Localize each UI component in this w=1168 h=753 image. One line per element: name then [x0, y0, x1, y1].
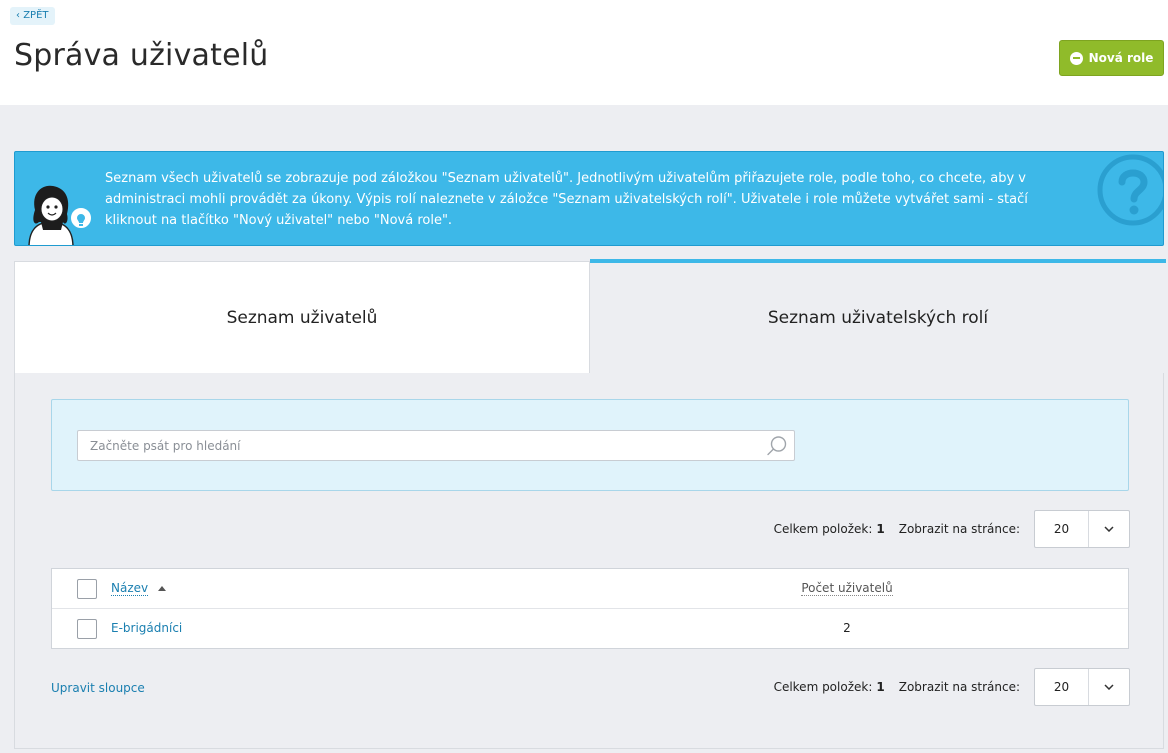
per-page-label: Zobrazit na stránce: — [898, 522, 1020, 536]
tab-users[interactable]: Seznam uživatelů — [14, 261, 590, 373]
per-page-value: 20 — [1035, 669, 1089, 705]
question-circle-icon — [1097, 154, 1163, 226]
chevron-down-icon — [1089, 669, 1129, 705]
tabs-panel: Seznam uživatelů Seznam uživatelských ro… — [14, 259, 1166, 749]
select-all-checkbox[interactable] — [77, 579, 97, 599]
back-label: ZPĚT — [23, 10, 49, 21]
search-panel — [51, 399, 1129, 491]
back-link[interactable]: ‹ ZPĚT — [10, 7, 55, 25]
tab-users-label: Seznam uživatelů — [226, 307, 378, 328]
search-input[interactable] — [78, 431, 794, 460]
per-page-value: 20 — [1035, 511, 1089, 547]
page-title: Správa uživatelů — [14, 38, 269, 73]
role-name-link[interactable]: E-brigádníci — [111, 621, 182, 635]
name-column-header[interactable]: Název — [111, 581, 166, 596]
tab-roles-label: Seznam uživatelských rolí — [767, 308, 989, 328]
chevron-down-icon — [1089, 511, 1129, 547]
new-role-button[interactable]: Nová role — [1059, 40, 1164, 76]
pager-top: Celkem položek: 1 Zobrazit na stránce: 2… — [725, 510, 1130, 548]
tab-roles[interactable]: Seznam uživatelských rolí — [590, 259, 1166, 373]
table-row[interactable]: E-brigádníci 2 — [52, 609, 1128, 648]
count-column-label: Počet uživatelů — [801, 581, 893, 596]
count-column-header[interactable]: Počet uživatelů — [792, 581, 902, 596]
search-icon[interactable] — [766, 435, 788, 457]
info-text: Seznam všech uživatelů se zobrazuje pod … — [105, 171, 1028, 228]
per-page-select[interactable]: 20 — [1034, 510, 1130, 548]
roles-table: Název Počet uživatelů E-brigádníci 2 — [51, 568, 1129, 649]
info-banner: Seznam všech uživatelů se zobrazuje pod … — [14, 151, 1164, 246]
page-header: ‹ ZPĚT Správa uživatelů Nová role — [0, 0, 1168, 105]
total-items-value: 1 — [876, 522, 885, 536]
total-items-label: Celkem položek: — [773, 522, 873, 536]
row-checkbox[interactable] — [77, 619, 97, 639]
per-page-select[interactable]: 20 — [1034, 668, 1130, 706]
total-items-label: Celkem položek: — [773, 680, 873, 694]
edit-columns-link[interactable]: Upravit sloupce — [51, 681, 145, 695]
search-field — [77, 430, 795, 461]
per-page-label: Zobrazit na stránce: — [898, 680, 1020, 694]
girl-illustration-icon — [28, 185, 93, 245]
sort-ascending-icon — [157, 586, 166, 591]
table-header: Název Počet uživatelů — [52, 569, 1128, 609]
minus-circle-icon — [1069, 51, 1083, 65]
new-role-label: Nová role — [1088, 51, 1154, 65]
user-count: 2 — [843, 621, 851, 635]
total-items-value: 1 — [876, 680, 885, 694]
chevron-left-icon: ‹ — [16, 10, 20, 21]
name-column-label: Název — [111, 581, 149, 596]
pager-bottom: Celkem položek: 1 Zobrazit na stránce: 2… — [725, 668, 1130, 706]
